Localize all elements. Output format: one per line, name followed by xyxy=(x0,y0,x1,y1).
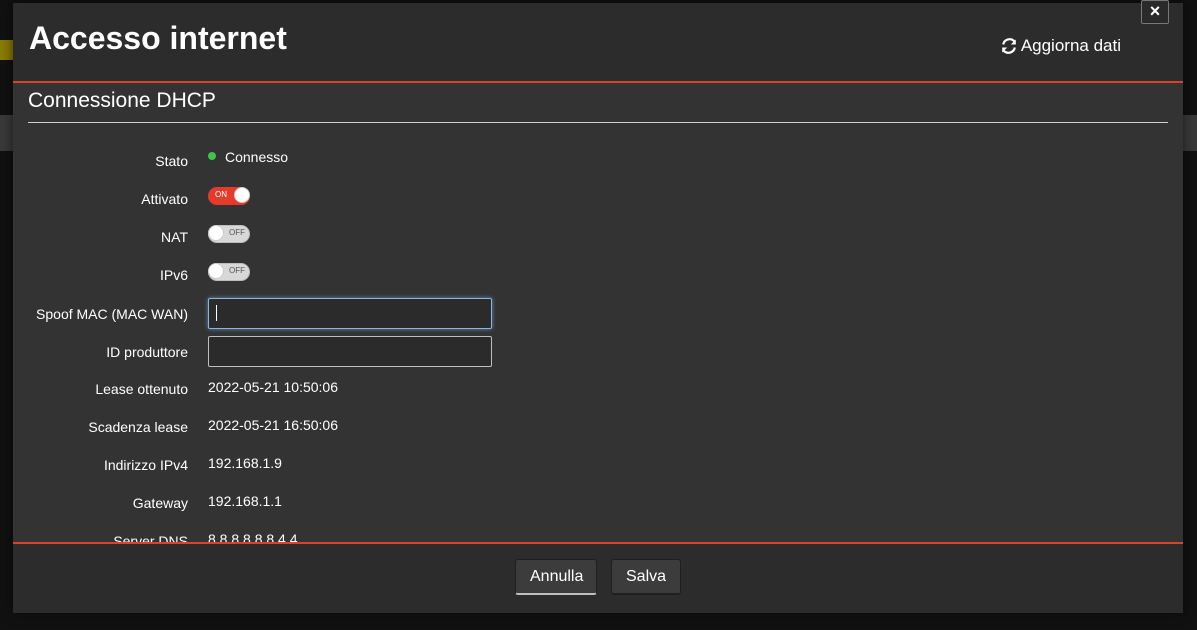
row-attivato: Attivato ON xyxy=(13,183,1183,213)
row-indirizzo-ipv4: Indirizzo IPv4 192.168.1.9 xyxy=(13,449,1183,479)
refresh-label: Aggiorna dati xyxy=(1020,36,1121,55)
cancel-button[interactable]: Annulla xyxy=(515,559,597,595)
modal-header: Accesso internet Aggiorna dati xyxy=(13,3,1183,83)
nat-toggle-text: OFF xyxy=(229,228,245,237)
stato-value: Connesso xyxy=(208,149,288,165)
row-gateway: Gateway 192.168.1.1 xyxy=(13,487,1183,517)
ipv6-label: IPv6 xyxy=(159,267,188,283)
gateway-label: Gateway xyxy=(132,495,188,511)
row-lease-ottenuto: Lease ottenuto 2022-05-21 10:50:06 xyxy=(13,373,1183,403)
section-title: Connessione DHCP xyxy=(28,89,216,112)
attivato-label: Attivato xyxy=(141,191,188,207)
spoof-mac-input[interactable] xyxy=(208,298,492,329)
row-scadenza-lease: Scadenza lease 2022-05-21 16:50:06 xyxy=(13,411,1183,441)
section-divider xyxy=(28,122,1168,123)
stato-text: Connesso xyxy=(225,149,289,165)
save-button[interactable]: Salva xyxy=(611,559,681,595)
row-server-dns: Server DNS 8.8.8.8,8.8.4.4 xyxy=(13,525,1183,543)
row-nat: NAT OFF xyxy=(13,221,1183,251)
attivato-toggle-text: ON xyxy=(215,190,227,199)
text-caret xyxy=(216,305,217,321)
close-icon[interactable]: × xyxy=(1141,0,1169,24)
toggle-knob xyxy=(234,187,250,203)
id-produttore-input[interactable] xyxy=(208,336,492,367)
internet-access-modal: Accesso internet Aggiorna dati Connessio… xyxy=(13,3,1183,613)
refresh-button[interactable]: Aggiorna dati xyxy=(1001,36,1121,56)
gateway-value: 192.168.1.1 xyxy=(208,493,282,509)
backdrop-strip xyxy=(0,40,13,60)
spoof-mac-label: Spoof MAC (MAC WAN) xyxy=(36,306,188,322)
scadenza-lease-value: 2022-05-21 16:50:06 xyxy=(208,417,338,433)
ipv6-toggle[interactable]: OFF xyxy=(208,263,250,281)
scadenza-lease-label: Scadenza lease xyxy=(88,419,188,435)
toggle-knob xyxy=(208,263,224,279)
lease-ottenuto-value: 2022-05-21 10:50:06 xyxy=(208,379,338,395)
status-connected-icon xyxy=(208,152,216,161)
indirizzo-ipv4-value: 192.168.1.9 xyxy=(208,455,282,471)
refresh-icon xyxy=(1001,38,1016,54)
ipv6-toggle-text: OFF xyxy=(229,266,245,275)
row-stato: Stato Connesso xyxy=(13,145,1183,175)
row-spoof-mac: Spoof MAC (MAC WAN) xyxy=(13,298,1183,329)
nat-label: NAT xyxy=(161,229,188,245)
backdrop-strip xyxy=(0,115,13,151)
modal-footer: Annulla Salva xyxy=(13,542,1183,613)
modal-title: Accesso internet xyxy=(29,20,287,56)
row-id-produttore: ID produttore xyxy=(13,336,1183,367)
indirizzo-ipv4-label: Indirizzo IPv4 xyxy=(103,457,188,473)
backdrop-strip xyxy=(1183,115,1197,151)
id-produttore-label: ID produttore xyxy=(106,344,188,360)
attivato-toggle[interactable]: ON xyxy=(208,187,250,205)
nat-toggle[interactable]: OFF xyxy=(208,225,250,243)
lease-ottenuto-label: Lease ottenuto xyxy=(95,381,188,397)
stato-label: Stato xyxy=(155,153,188,169)
row-ipv6: IPv6 OFF xyxy=(13,259,1183,289)
modal-body[interactable]: Connessione DHCP Stato Connesso Attivato… xyxy=(13,83,1183,543)
toggle-knob xyxy=(208,225,224,241)
